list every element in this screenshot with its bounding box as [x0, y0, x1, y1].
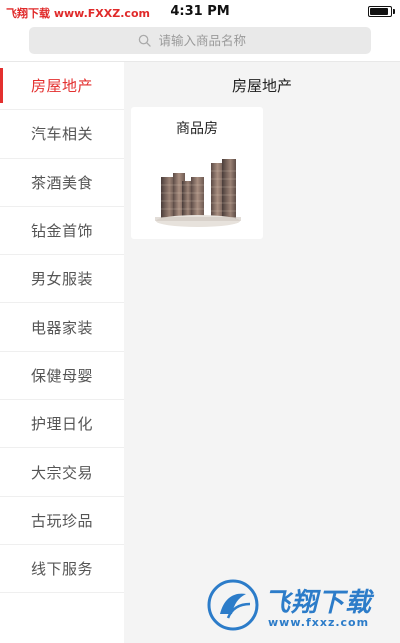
watermark-brand: 飞翔下载: [264, 588, 373, 618]
sidebar-item-jewelry[interactable]: 钻金首饰: [0, 206, 124, 256]
watermark-url: www.fxxz.com: [268, 616, 370, 629]
sidebar-item-label: 男女服装: [30, 270, 93, 289]
search-bar[interactable]: [29, 27, 371, 54]
watermark-logo: 飞翔下载 www.fxxz.com: [206, 576, 396, 634]
sidebar-item-label: 茶酒美食: [30, 173, 93, 192]
sidebar-item-bulk-trade[interactable]: 大宗交易: [0, 448, 124, 497]
sidebar-item-automotive[interactable]: 汽车相关: [0, 110, 124, 159]
sidebar-item-label: 大宗交易: [30, 463, 93, 482]
buildings-icon: [155, 159, 241, 227]
sidebar-item-label: 护理日化: [30, 415, 93, 434]
sidebar-item-antiques[interactable]: 古玩珍品: [0, 496, 124, 545]
status-time: 4:31 PM: [170, 4, 230, 19]
sidebar-item-appliances[interactable]: 电器家装: [0, 303, 124, 352]
sidebar-item-health-baby[interactable]: 保健母婴: [0, 351, 124, 401]
sidebar-item-label: 电器家装: [30, 318, 93, 337]
search-icon: [138, 34, 151, 47]
sidebar-item-label: 汽车相关: [30, 125, 93, 144]
fxxz-logo-icon: [207, 579, 259, 631]
category-content: 房屋地产 商品房: [124, 62, 400, 643]
sidebar-item-label: 钻金首饰: [30, 222, 93, 241]
search-input[interactable]: [158, 33, 263, 48]
sidebar-item-label: 线下服务: [30, 560, 93, 579]
status-bar: 飞翔下载 www.FXXZ.com 4:31 PM: [0, 0, 400, 24]
sidebar-item-tea-wine-food[interactable]: 茶酒美食: [0, 158, 124, 207]
sidebar-item-clothing[interactable]: 男女服装: [0, 255, 124, 304]
category-title: 房屋地产: [231, 77, 292, 95]
sidebar-item-label: 保健母婴: [30, 366, 93, 385]
battery-icon: [368, 6, 395, 17]
sidebar-item-label: 古玩珍品: [30, 511, 93, 530]
search-header: [0, 24, 400, 62]
category-sidebar: 房屋地产 汽车相关 茶酒美食 钻金首饰 男女服装 电器家装 保健母婴 护理日化 …: [0, 62, 124, 643]
sidebar-item-personal-care[interactable]: 护理日化: [0, 400, 124, 449]
sidebar-item-offline-services[interactable]: 线下服务: [0, 544, 124, 594]
sidebar-item-label: 房屋地产: [30, 77, 93, 96]
product-name: 商品房: [176, 121, 218, 137]
product-card[interactable]: 商品房: [131, 107, 263, 239]
sidebar-item-real-estate[interactable]: 房屋地产: [0, 62, 124, 111]
